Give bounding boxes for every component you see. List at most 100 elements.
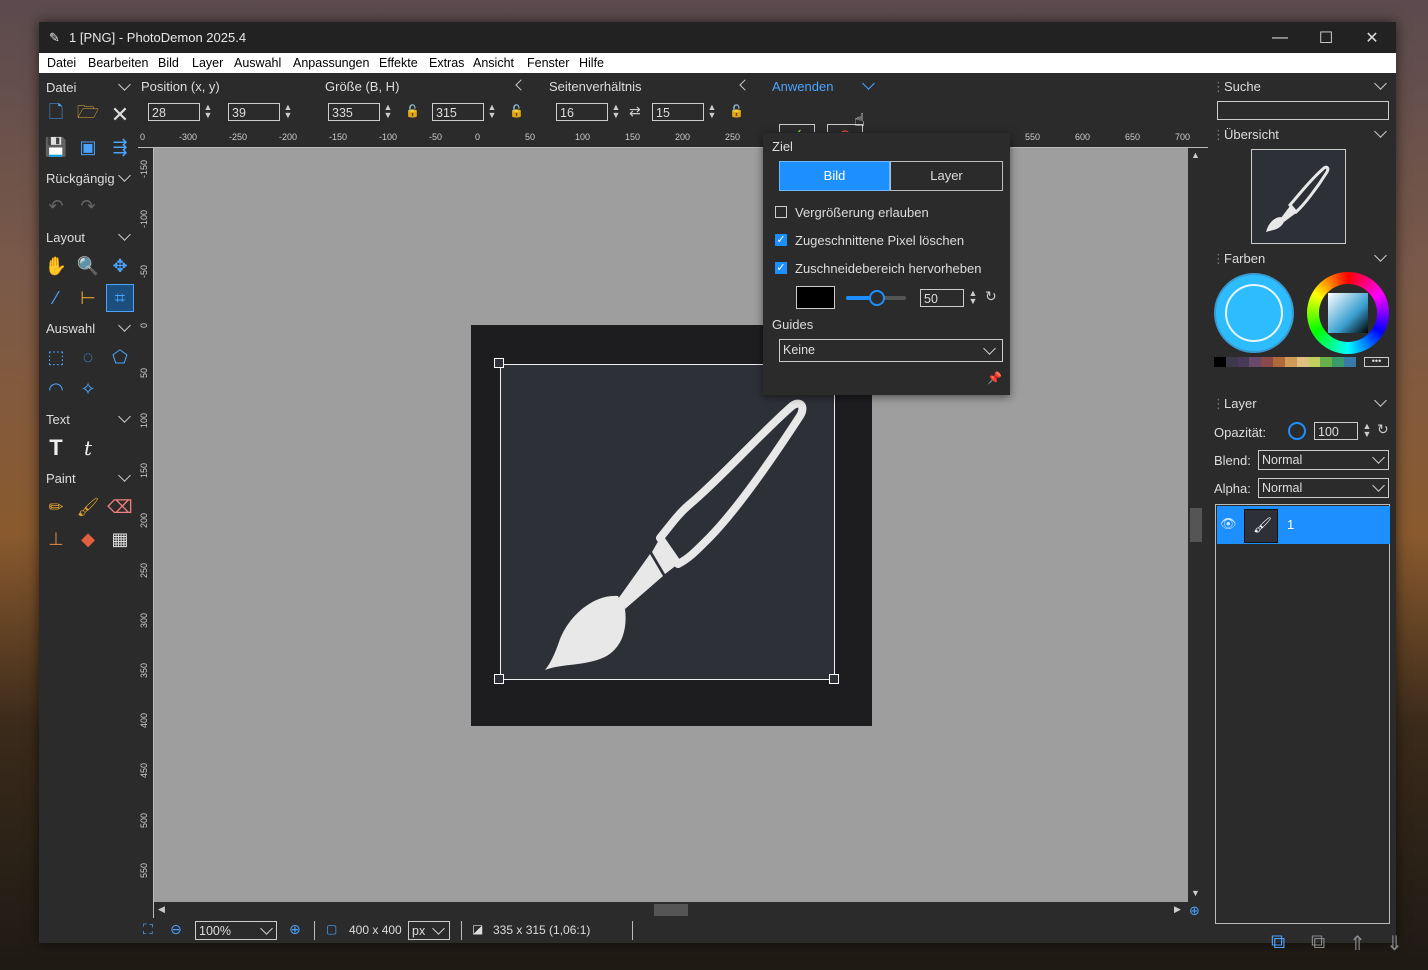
target-bild-button[interactable]: Bild [779, 161, 890, 191]
reset-icon[interactable]: ↻ [1377, 421, 1389, 438]
palette-swatch[interactable] [1214, 357, 1226, 367]
opacity-spinner[interactable]: ▲ ▼ [1362, 422, 1372, 440]
opacity-slider[interactable] [1288, 422, 1306, 440]
palette-swatch[interactable] [1332, 357, 1345, 367]
layer-panel-title[interactable]: Layer [1224, 396, 1257, 411]
zoom-in-icon[interactable]: ⊕ [289, 921, 301, 938]
size-height-spinner[interactable]: ▲ ▼ [487, 103, 497, 121]
chevron-down-icon[interactable] [862, 77, 875, 90]
highlight-opacity-slider[interactable] [846, 290, 906, 306]
typography-icon[interactable]: t [75, 435, 101, 461]
section-paint[interactable]: Paint [46, 471, 76, 486]
ratio-a-spinner[interactable]: ▲ ▼ [611, 103, 621, 121]
palette-swatch[interactable] [1225, 357, 1238, 367]
move-layer-up-icon[interactable]: ⇑ [1349, 931, 1366, 956]
chevron-down-icon[interactable] [1374, 125, 1387, 138]
save-as-icon[interactable]: ▣ [75, 134, 101, 160]
ratio-b-input[interactable]: 15 [652, 103, 704, 121]
eyedropper-icon[interactable]: ⁄ [43, 285, 69, 311]
section-datei[interactable]: Datei [46, 80, 76, 95]
menu-effekte[interactable]: Effekte [379, 56, 418, 70]
colors-panel-title[interactable]: Farben [1224, 251, 1265, 266]
allow-enlarge-checkbox[interactable] [775, 206, 787, 218]
palette-swatch[interactable] [1296, 357, 1309, 367]
blend-select[interactable]: Normal [1258, 450, 1389, 470]
target-layer-button[interactable]: Layer [890, 161, 1003, 191]
size-width-input[interactable]: 335 [328, 103, 380, 121]
text-icon[interactable]: T [43, 435, 69, 461]
move-layer-down-icon[interactable]: ⇓ [1386, 931, 1403, 956]
reset-icon[interactable]: ↻ [985, 288, 997, 305]
lock-icon[interactable]: 🔓 [729, 104, 744, 118]
overview-panel-title[interactable]: Übersicht [1224, 127, 1279, 142]
highlight-opacity-spinner[interactable]: ▲ ▼ [968, 289, 978, 307]
eraser-icon[interactable]: ⌫ [107, 494, 133, 520]
fit-screen-icon[interactable]: ⛶ [143, 921, 153, 938]
ratio-b-spinner[interactable]: ▲ ▼ [707, 103, 717, 121]
chevron-down-icon[interactable] [1374, 394, 1387, 407]
delete-cropped-checkbox[interactable]: ✓ [775, 234, 787, 246]
hand-icon[interactable]: ✋ [43, 253, 69, 279]
position-x-spinner[interactable]: ▲ ▼ [203, 103, 213, 121]
section-layout[interactable]: Layout [46, 230, 85, 245]
undo-icon[interactable]: ↶ [43, 193, 69, 219]
maximize-button[interactable]: ☐ [1303, 22, 1349, 53]
palette-swatch[interactable] [1249, 357, 1262, 367]
crop-handle[interactable] [829, 674, 839, 684]
highlight-label[interactable]: Zuschneidebereich hervorheben [795, 261, 981, 276]
crop-handle[interactable] [494, 358, 504, 368]
highlight-color-swatch[interactable] [796, 286, 835, 309]
search-input[interactable] [1217, 101, 1389, 120]
crop-frame[interactable] [500, 364, 835, 680]
lasso-icon[interactable]: ◠ [43, 376, 69, 402]
crop-handle[interactable] [494, 674, 504, 684]
delete-cropped-label[interactable]: Zugeschnittene Pixel löschen [795, 233, 964, 248]
menu-ansicht[interactable]: Ansicht [473, 56, 514, 70]
section-auswahl[interactable]: Auswahl [46, 321, 95, 336]
size-width-spinner[interactable]: ▲ ▼ [383, 103, 393, 121]
chevron-down-icon[interactable] [118, 169, 131, 182]
menu-extras[interactable]: Extras [429, 56, 464, 70]
palette-swatch[interactable] [1284, 357, 1297, 367]
section-undo[interactable]: Rückgängig [46, 171, 115, 186]
chevron-down-icon[interactable] [118, 469, 131, 482]
allow-enlarge-label[interactable]: Vergrößerung erlauben [795, 205, 929, 220]
measure-icon[interactable]: ⊢ [75, 285, 101, 311]
hue-wheel[interactable] [1307, 272, 1389, 354]
pin-icon[interactable]: 📌 [987, 371, 1002, 385]
palette-swatch[interactable] [1273, 357, 1285, 367]
section-text[interactable]: Text [46, 412, 70, 427]
color-palette[interactable] [1214, 357, 1356, 367]
alpha-select[interactable]: Normal [1258, 478, 1389, 498]
opacity-input[interactable]: 100 [1314, 422, 1358, 440]
chevron-down-icon[interactable] [1374, 249, 1387, 262]
magic-wand-icon[interactable]: ✧ [75, 376, 101, 402]
minimize-button[interactable]: — [1257, 22, 1303, 53]
unit-select[interactable]: px [408, 921, 450, 940]
move-icon[interactable]: ✥ [107, 253, 133, 279]
vertical-scrollbar[interactable]: ▲ ▼ [1188, 148, 1204, 902]
close-file-icon[interactable]: ✕ [107, 102, 133, 128]
palette-swatch[interactable] [1344, 357, 1356, 367]
collapse-left-icon[interactable] [739, 79, 751, 91]
size-height-input[interactable]: 315 [432, 103, 484, 121]
palette-swatch[interactable] [1320, 357, 1333, 367]
menu-datei[interactable]: Datei [47, 56, 76, 70]
chevron-down-icon[interactable] [1374, 77, 1387, 90]
position-x-input[interactable]: 28 [148, 103, 200, 121]
gradient-icon[interactable]: ▦ [107, 526, 133, 552]
palette-swatch[interactable] [1261, 357, 1274, 367]
center-view-icon[interactable]: ⊕ [1189, 903, 1200, 919]
menu-fenster[interactable]: Fenster [527, 56, 569, 70]
rect-select-icon[interactable]: ⬚ [43, 344, 69, 370]
canvas-area[interactable] [154, 148, 1188, 902]
menu-bild[interactable]: Bild [158, 56, 179, 70]
ellipse-select-icon[interactable]: ◌ [75, 344, 101, 370]
menu-bearbeiten[interactable]: Bearbeiten [88, 56, 148, 70]
highlight-opacity-input[interactable]: 50 [920, 289, 964, 307]
brush-icon[interactable]: 🖌 [75, 494, 101, 520]
redo-icon[interactable]: ↷ [75, 193, 101, 219]
lock-icon[interactable]: 🔓 [509, 104, 524, 118]
position-y-spinner[interactable]: ▲ ▼ [283, 103, 293, 121]
scroll-thumb[interactable] [1190, 508, 1202, 542]
